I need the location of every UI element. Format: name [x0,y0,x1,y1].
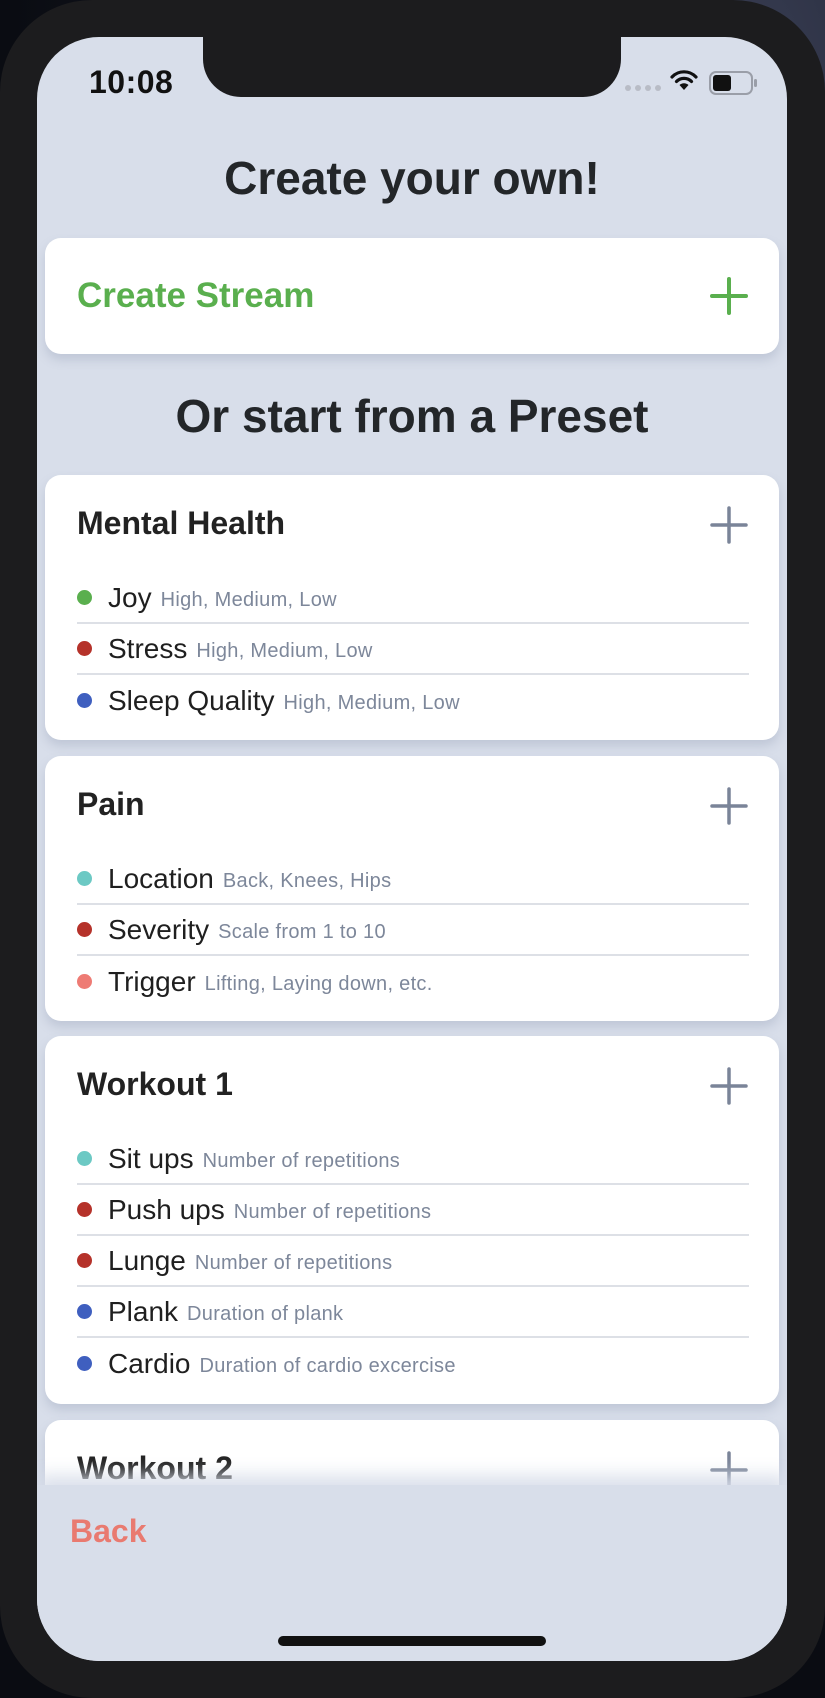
wifi-icon [670,70,698,90]
list-item: Sleep Quality High, Medium, Low [77,675,749,726]
preset-items-list: Location Back, Knees, Hips Severity Scal… [77,854,749,1007]
list-item: Cardio Duration of cardio excercise [77,1338,749,1389]
item-description: High, Medium, Low [160,589,337,611]
battery-icon [709,71,757,95]
back-button[interactable]: Back [70,1513,147,1550]
phone-frame: 10:08 Create your own! Create Stream Or … [0,0,825,1698]
color-dot [77,974,92,989]
screen: 10:08 Create your own! Create Stream Or … [37,37,787,1661]
list-item: Severity Scale from 1 to 10 [77,905,749,956]
item-name: Severity [108,913,210,945]
item-description: Back, Knees, Hips [222,870,392,892]
preset-card-pain: Pain Location Back, Knees, Hips Severity… [45,756,779,1021]
list-item: Trigger Lifting, Laying down, etc. [77,956,749,1007]
item-description: Duration of cardio excercise [199,1355,456,1377]
create-stream-label: Create Stream [77,276,315,315]
status-time: 10:08 [89,64,174,100]
item-name: Sleep Quality [108,684,275,716]
preset-items-list: Sit ups Number of repetitions Push ups N… [77,1134,749,1389]
cellular-signal-icon [625,85,661,91]
preset-title: Pain [77,786,145,822]
item-description: Number of repetitions [194,1252,393,1274]
notch [203,37,621,97]
plus-icon [710,277,748,315]
list-item: Stress High, Medium, Low [77,624,749,675]
preset-card-mental-health: Mental Health Joy High, Medium, Low Stre… [45,475,779,740]
preset-title: Workout 1 [77,1066,233,1102]
color-dot [77,641,92,656]
add-preset-plus-icon[interactable] [709,505,749,545]
color-dot [77,1253,92,1268]
color-dot [77,1304,92,1319]
preset-title: Mental Health [77,505,286,541]
item-description: Number of repetitions [233,1201,432,1223]
add-preset-plus-icon[interactable] [709,1450,749,1490]
list-item: Location Back, Knees, Hips [77,854,749,905]
page-title: Create your own! [224,152,600,204]
add-preset-plus-icon[interactable] [709,1066,749,1106]
item-name: Plank [108,1295,179,1327]
item-description: Duration of plank [187,1303,344,1325]
add-preset-plus-icon[interactable] [709,786,749,826]
item-name: Location [108,862,214,894]
preset-card-workout-1: Workout 1 Sit ups Number of repetitions … [45,1036,779,1404]
list-item: Push ups Number of repetitions [77,1185,749,1236]
item-description: High, Medium, Low [196,640,373,662]
item-name: Lunge [108,1244,186,1276]
item-name: Stress [108,632,188,664]
item-name: Cardio [108,1347,191,1379]
color-dot [77,871,92,886]
item-name: Trigger [108,965,196,997]
color-dot [77,1202,92,1217]
list-item: Joy High, Medium, Low [77,573,749,624]
list-item: Lunge Number of repetitions [77,1236,749,1287]
preset-title: Workout 2 [77,1450,233,1486]
color-dot [77,1356,92,1371]
color-dot [77,693,92,708]
item-description: Lifting, Laying down, etc. [204,973,433,995]
color-dot [77,922,92,937]
home-indicator[interactable] [278,1636,546,1646]
item-description: Scale from 1 to 10 [218,921,386,943]
color-dot [77,1151,92,1166]
item-name: Push ups [108,1193,225,1225]
create-stream-button[interactable]: Create Stream [45,238,779,354]
list-item: Sit ups Number of repetitions [77,1134,749,1185]
list-item: Plank Duration of plank [77,1287,749,1338]
item-name: Sit ups [108,1142,194,1174]
bottom-bar: Back [37,1485,787,1661]
color-dot [77,590,92,605]
presets-heading: Or start from a Preset [175,390,649,442]
preset-items-list: Joy High, Medium, Low Stress High, Mediu… [77,573,749,726]
item-name: Joy [108,581,152,613]
item-description: High, Medium, Low [283,692,460,714]
item-description: Number of repetitions [202,1150,401,1172]
